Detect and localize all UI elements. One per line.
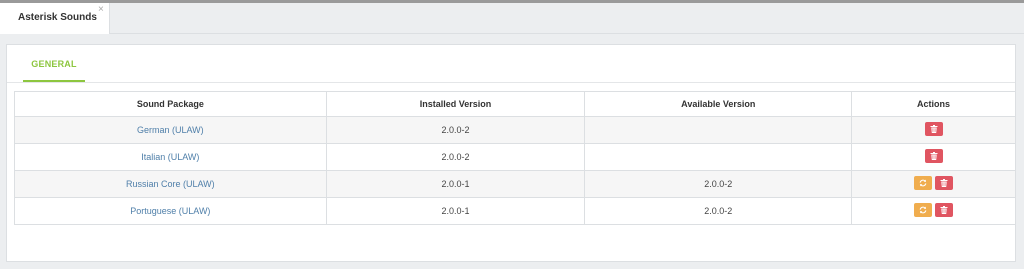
cell-package: Russian Core (ULAW) bbox=[14, 170, 327, 198]
trash-icon bbox=[930, 125, 938, 133]
delete-button[interactable] bbox=[924, 149, 943, 163]
cell-available-version bbox=[584, 116, 853, 144]
close-tab-icon[interactable]: × bbox=[98, 5, 104, 15]
trash-icon bbox=[930, 152, 938, 160]
table-row: Italian (ULAW) 2.0.0-2 bbox=[14, 143, 1016, 171]
sound-packages-table: Sound Package Installed Version Availabl… bbox=[14, 91, 1016, 225]
sounds-panel: GENERAL Sound Package Installed Version … bbox=[6, 44, 1016, 262]
column-header-available-version: Available Version bbox=[584, 91, 853, 117]
document-tab-label: Asterisk Sounds bbox=[18, 12, 97, 23]
column-header-installed-version: Installed Version bbox=[325, 91, 586, 117]
table-row: German (ULAW) 2.0.0-2 bbox=[14, 116, 1016, 144]
cell-actions bbox=[851, 170, 1016, 198]
cell-installed-version: 2.0.0-1 bbox=[325, 197, 586, 225]
cell-package: Italian (ULAW) bbox=[14, 143, 327, 171]
cell-actions bbox=[851, 197, 1016, 225]
table-header-row: Sound Package Installed Version Availabl… bbox=[14, 91, 1016, 117]
cell-installed-version: 2.0.0-1 bbox=[325, 170, 586, 198]
cell-available-version bbox=[584, 143, 853, 171]
cell-package: Portuguese (ULAW) bbox=[14, 197, 327, 225]
panel-tab-bar: GENERAL bbox=[7, 45, 1015, 83]
actions-group bbox=[914, 176, 954, 190]
cell-actions bbox=[851, 116, 1016, 144]
table-row: Russian Core (ULAW) 2.0.0-1 2.0.0-2 bbox=[14, 170, 1016, 198]
actions-group bbox=[914, 203, 954, 217]
document-tab-bar: Asterisk Sounds × bbox=[0, 3, 1024, 34]
refresh-icon bbox=[919, 179, 927, 187]
column-header-sound-package: Sound Package bbox=[14, 91, 327, 117]
trash-icon bbox=[940, 206, 948, 214]
actions-group bbox=[924, 122, 943, 136]
actions-group bbox=[924, 149, 943, 163]
tab-general-label: GENERAL bbox=[31, 59, 77, 69]
package-link[interactable]: German (ULAW) bbox=[137, 125, 204, 135]
update-button[interactable] bbox=[914, 176, 933, 190]
update-button[interactable] bbox=[914, 203, 933, 217]
delete-button[interactable] bbox=[924, 122, 943, 136]
cell-installed-version: 2.0.0-2 bbox=[325, 116, 586, 144]
trash-icon bbox=[940, 179, 948, 187]
cell-available-version: 2.0.0-2 bbox=[584, 197, 853, 225]
delete-button[interactable] bbox=[935, 176, 954, 190]
tab-general[interactable]: GENERAL bbox=[23, 45, 85, 82]
package-link[interactable]: Portuguese (ULAW) bbox=[130, 206, 210, 216]
refresh-icon bbox=[919, 206, 927, 214]
column-header-actions: Actions bbox=[851, 91, 1016, 117]
package-link[interactable]: Russian Core (ULAW) bbox=[126, 179, 215, 189]
cell-package: German (ULAW) bbox=[14, 116, 327, 144]
table-row: Portuguese (ULAW) 2.0.0-1 2.0.0-2 bbox=[14, 197, 1016, 225]
delete-button[interactable] bbox=[935, 203, 954, 217]
package-link[interactable]: Italian (ULAW) bbox=[141, 152, 199, 162]
cell-actions bbox=[851, 143, 1016, 171]
document-tab-asterisk-sounds[interactable]: Asterisk Sounds × bbox=[0, 3, 110, 34]
cell-available-version: 2.0.0-2 bbox=[584, 170, 853, 198]
cell-installed-version: 2.0.0-2 bbox=[325, 143, 586, 171]
